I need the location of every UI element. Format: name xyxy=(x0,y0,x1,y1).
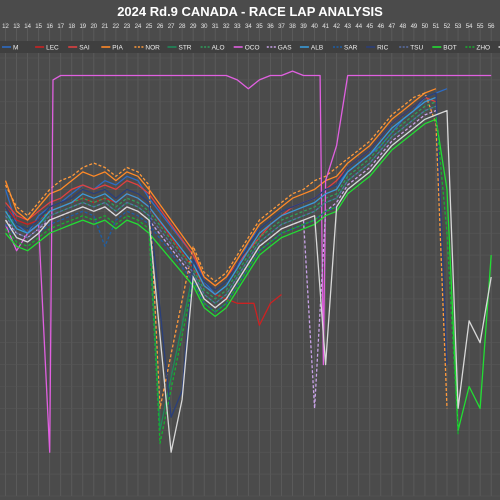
lap-tick-label: 24 xyxy=(135,24,142,30)
legend-label: M xyxy=(13,44,18,51)
lap-tick-label: 41 xyxy=(322,24,329,30)
lap-tick-label: 39 xyxy=(300,24,307,30)
lap-tick-label: 27 xyxy=(168,24,175,30)
lap-tick-label: 23 xyxy=(124,24,131,30)
lap-tick-label: 40 xyxy=(311,24,318,30)
chart-title: 2024 Rd.9 CANADA - RACE LAP ANALYSIS xyxy=(117,4,383,19)
legend-label: GAS xyxy=(278,44,292,51)
legend-label: ZHO xyxy=(476,44,490,51)
lap-tick-label: 15 xyxy=(35,24,42,30)
lap-tick-label: 18 xyxy=(68,24,75,30)
lap-tick-label: 22 xyxy=(113,24,120,30)
legend-label: OCO xyxy=(245,44,260,51)
lap-tick-label: 48 xyxy=(400,24,407,30)
legend-label: STR xyxy=(179,44,192,51)
lap-tick-label: 35 xyxy=(256,24,263,30)
lap-tick-label: 12 xyxy=(2,24,9,30)
lap-tick-label: 20 xyxy=(90,24,97,30)
lap-tick-label: 56 xyxy=(488,24,495,30)
lap-tick-label: 21 xyxy=(102,24,109,30)
legend-label: PIA xyxy=(112,44,123,51)
lap-tick-label: 47 xyxy=(388,24,395,30)
lap-tick-label: 29 xyxy=(190,24,197,30)
lap-tick-label: 17 xyxy=(57,24,64,30)
lap-tick-label: 55 xyxy=(477,24,484,30)
lap-tick-label: 34 xyxy=(245,24,252,30)
lap-tick-label: 28 xyxy=(179,24,186,30)
chart-root: 12 13 14 15 16 17 18 19 20 21 22 23 24 25 26 27 28 29 30 31… xyxy=(0,0,500,500)
legend-label: LEC xyxy=(46,44,59,51)
lap-tick-label: 30 xyxy=(201,24,208,30)
lap-tick-label: 42 xyxy=(333,24,340,30)
lap-tick-label: 38 xyxy=(289,24,296,30)
lap-tick-label: 52 xyxy=(444,24,451,30)
lap-tick-label: 32 xyxy=(223,24,230,30)
lap-tick-label: 44 xyxy=(355,24,362,30)
lap-tick-label: 14 xyxy=(24,24,31,30)
lap-tick-label: 26 xyxy=(157,24,164,30)
legend-label: TSU xyxy=(410,44,423,51)
lap-tick-label: 16 xyxy=(46,24,53,30)
lap-tick-label: 43 xyxy=(344,24,351,30)
legend-label: ALB xyxy=(311,44,323,51)
legend-label: BOT xyxy=(443,44,456,51)
legend-label: SAR xyxy=(344,44,358,51)
lap-tick-label: 45 xyxy=(366,24,373,30)
lap-tick-label: 25 xyxy=(146,24,153,30)
lap-tick-label: 37 xyxy=(278,24,285,30)
legend-label: SAI xyxy=(79,44,90,51)
legend-label: RIC xyxy=(377,44,389,51)
lap-tick-label: 51 xyxy=(433,24,440,30)
lap-chart: 12 13 14 15 16 17 18 19 20 21 22 23 24 25 26 27 28 29 30 31… xyxy=(0,0,500,500)
lap-tick-label: 46 xyxy=(377,24,384,30)
lap-tick-label: 36 xyxy=(267,24,274,30)
lap-tick-label: 54 xyxy=(466,24,473,30)
lap-tick-label: 49 xyxy=(411,24,418,30)
legend: M LEC SAI PIA NOR STR ALO OCO GAS ALB SAR RIC TSU BOT… xyxy=(0,41,500,53)
lap-tick-label: 53 xyxy=(455,24,462,30)
lap-tick-label: 19 xyxy=(79,24,86,30)
legend-label: NOR xyxy=(145,44,160,51)
lap-tick-label: 33 xyxy=(234,24,241,30)
lap-tick-label: 31 xyxy=(212,24,219,30)
lap-tick-label: 50 xyxy=(422,24,429,30)
legend-label: ALO xyxy=(212,44,225,51)
lap-tick-label: 13 xyxy=(13,24,20,30)
